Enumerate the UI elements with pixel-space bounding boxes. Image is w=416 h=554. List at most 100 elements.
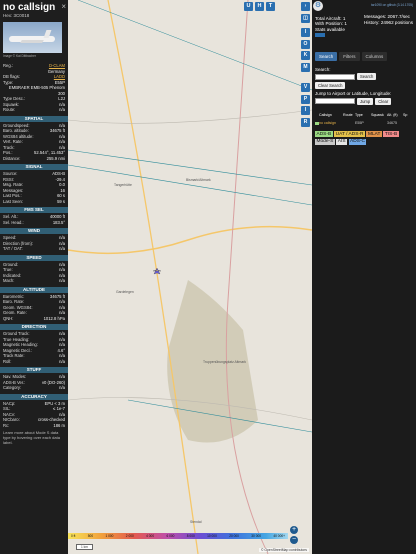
row-type: E55P (355, 121, 364, 125)
scale-label: 20 000 (229, 534, 239, 538)
column-header[interactable]: Type (355, 113, 371, 117)
plane-wing-shape (20, 40, 44, 43)
scale-label: 6 000 (166, 534, 175, 538)
column-header[interactable]: Sp (403, 113, 415, 117)
map-side-button[interactable]: I (301, 28, 310, 37)
row-callsign[interactable]: no callsign (319, 121, 343, 125)
column-header[interactable]: Squawk (371, 113, 387, 117)
column-header[interactable]: Route (343, 113, 355, 117)
info-row: EMBRAER EMB-505 Phenom 300 (0, 85, 68, 96)
info-key: Category: (3, 385, 22, 390)
section-header: STUFF (0, 367, 68, 373)
row-squawk (371, 121, 387, 125)
legend-badge: Mode-S (315, 138, 335, 145)
clear-search-button[interactable]: Clear Search (315, 82, 346, 89)
messages-rate: Messages: 2067.7/sec (364, 14, 410, 19)
info-key: Mach: (3, 278, 15, 283)
info-row: Roll: n/a (0, 359, 68, 365)
table-row[interactable]: no callsign E55P 34675 (315, 121, 415, 125)
section-header: ALTITUDE (0, 286, 68, 293)
place-label: Truppenübungsplatz Altmark (203, 360, 247, 364)
legend-badge: ADS-C (348, 138, 367, 145)
history-count: History: 24962 positions (364, 20, 414, 26)
search-input[interactable] (315, 73, 355, 80)
info-value: 186 m (53, 422, 65, 428)
jump-input[interactable] (315, 98, 355, 104)
aircraft-callsign: no callsign (3, 2, 56, 13)
info-row: Sel. Head.: 183.5° (0, 220, 68, 226)
search-button[interactable]: Search (357, 73, 377, 80)
scale-label: 4 000 (146, 534, 155, 538)
info-key: Sel. Head.: (3, 219, 24, 225)
info-row: Last Seen: 59 s (0, 199, 68, 205)
section-header: ACCURACY (0, 393, 68, 400)
photo-credit: Image © Kai Dittbacher (3, 54, 36, 58)
layers-icon[interactable]: ◫ (301, 14, 310, 23)
scale-label: 1 000 (105, 534, 114, 538)
legend-badge: AIS (336, 138, 348, 145)
info-key: Roll: (3, 358, 12, 364)
section-header: FMS SEL (0, 207, 68, 213)
version-link[interactable]: tar1090 on github (3.14.1705) (371, 3, 413, 7)
map-button-h[interactable]: H (255, 2, 264, 11)
jump-label: Jump to Airport or Latitude, Longitude: (315, 91, 392, 96)
close-panel-icon[interactable]: × (61, 2, 66, 11)
map-button-u[interactable]: U (244, 2, 253, 11)
stats-block: Total Aircraft: 1 With Position: 1 Stats… (315, 16, 359, 38)
scale-label: 30 000 (251, 534, 262, 538)
map-side-button[interactable]: O (301, 39, 310, 49)
map-attribution[interactable]: © OpenStreetMap contributors (258, 548, 309, 552)
map-button-t[interactable]: T (266, 2, 275, 11)
map-side-button[interactable]: V (301, 83, 310, 92)
info-key: Distance: (3, 155, 21, 161)
tab-columns[interactable]: Columns (361, 52, 388, 61)
place-label: Bismark/Altmark (186, 178, 211, 182)
info-row: Route: n/a (0, 107, 68, 113)
scale-label: 40 000+ (273, 534, 285, 538)
info-value: n/a (59, 107, 65, 112)
jump-button[interactable]: Jump (357, 97, 374, 105)
map-side-button[interactable]: I (301, 106, 310, 115)
info-key: TAT / OAT: (3, 246, 23, 251)
section-header: WIND (0, 228, 68, 234)
scale-label: 2 000 (125, 534, 134, 538)
stats-indicator (315, 33, 325, 38)
sidebar: ⚙ tar1090 on github (3.14.1705) Total Ai… (312, 0, 416, 554)
map-side-button[interactable]: M (301, 62, 310, 72)
map-canvas[interactable] (68, 0, 312, 554)
section-header: SPATIAL (0, 115, 68, 122)
row-altitude: 34675 (387, 121, 397, 125)
settings-gear-icon[interactable]: ⚙ (313, 1, 323, 11)
info-value: 255.9 nmi (46, 155, 65, 161)
zoom-out-button[interactable]: − (290, 536, 298, 544)
sidebar-tabs: Search Filters Columns (315, 52, 388, 61)
info-sections: SPATIAL Groundspeed: n/a Baro. altitude: 346… (0, 115, 68, 429)
place-label: Gardelegen (116, 290, 134, 294)
info-value: EMBRAER EMB-505 Phenom 300 (8, 85, 65, 96)
clear-jump-button[interactable]: Clear (375, 97, 392, 105)
source-legend: ADS-B UAT / ADS-R MLAT TIS-B Mode-S AIS ADS-C (315, 131, 415, 145)
scale-label: 0 ft (71, 534, 76, 538)
info-value: 1012.8 hPa (43, 315, 65, 321)
tab-search[interactable]: Search (315, 52, 338, 61)
info-row: TAT / OAT: n/a (0, 246, 68, 252)
aircraft-photo[interactable] (3, 22, 62, 53)
info-value: n/a (59, 278, 65, 283)
search-form: Search: Search Clear Search Jump to Airp… (315, 67, 415, 105)
scale-label: 500 (87, 534, 94, 538)
column-header[interactable]: Alt. (ft) (387, 113, 403, 117)
info-key: QNH: (3, 315, 14, 321)
map-side-button[interactable]: K (301, 51, 310, 60)
map-side-button[interactable]: R (301, 117, 310, 127)
expand-arrow-icon[interactable]: › (301, 2, 310, 11)
info-note: Learn more about Mode S data type by hov… (3, 430, 60, 445)
stats-right: Messages: 2067.7/sec History: 24962 posi… (364, 14, 414, 26)
section-header: DIRECTION (0, 324, 68, 330)
altitude-color-scale: 0 ft 500 1 000 2 000 4 000 6 000 8 000 10 000 20… (68, 533, 288, 539)
aircraft-hex: Hex: 3C0018 (3, 13, 30, 18)
map-view[interactable]: Bismark/Altmark Tangerhütte Gardelegen T… (68, 0, 312, 554)
zoom-in-button[interactable]: + (290, 526, 298, 534)
map-side-button[interactable]: P (301, 94, 310, 104)
tab-filters[interactable]: Filters (339, 52, 360, 61)
column-header[interactable]: Callsign (319, 113, 343, 117)
